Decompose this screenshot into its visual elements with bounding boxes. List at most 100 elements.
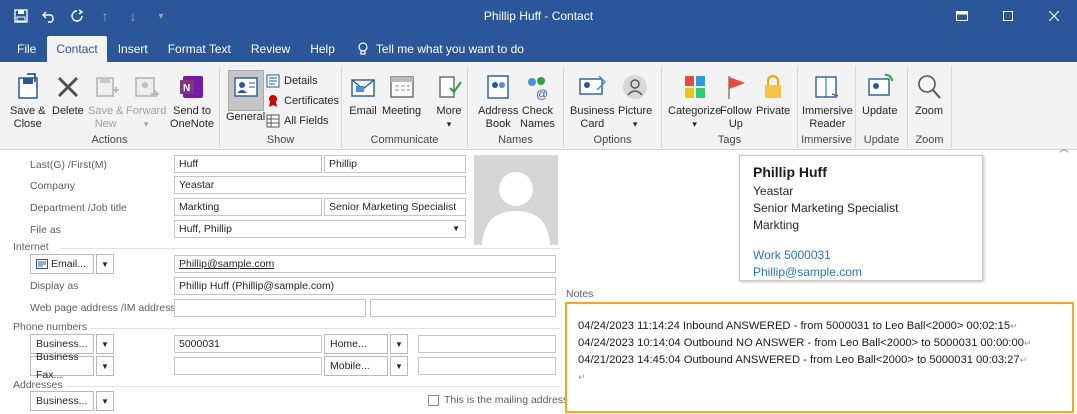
tab-help[interactable]: Help — [301, 36, 344, 62]
note-line: 04/24/2023 10:14:04 Outbound NO ANSWER -… — [578, 337, 1032, 349]
down-arrow-icon[interactable]: ↓ — [122, 5, 144, 27]
more-button[interactable]: More ▾ — [434, 72, 464, 131]
return-mark-icon: ↵ — [1010, 321, 1018, 331]
phone2-type-button[interactable]: Home... — [324, 334, 388, 354]
private-button[interactable]: Private — [756, 72, 790, 118]
certificates-button[interactable]: Certificates — [266, 94, 339, 108]
address-book-icon — [487, 75, 509, 99]
notes-textarea[interactable]: 04/24/2023 11:14:24 Inbound ANSWERED - f… — [565, 302, 1074, 413]
display-as-input[interactable]: Phillip Huff (Phillip@sample.com) — [174, 277, 556, 295]
forward-button[interactable]: Forward ▾ — [126, 72, 166, 131]
card-work-phone: 5000031 — [784, 248, 831, 262]
group-label-actions: Actions — [91, 134, 128, 146]
business-card-preview[interactable]: Phillip Huff Yeastar Senior Marketing Sp… — [739, 155, 983, 281]
email-icon — [351, 79, 375, 97]
email-button[interactable]: Email — [348, 72, 378, 118]
note-line: 04/24/2023 11:14:24 Inbound ANSWERED - f… — [578, 320, 1018, 332]
group-label-communicate: Communicate — [370, 134, 439, 146]
save-new-button[interactable]: Save & New — [88, 72, 123, 131]
close-icon[interactable] — [1031, 0, 1077, 32]
department-input[interactable]: Markting — [174, 198, 322, 216]
phone3-type-button[interactable]: Business Fax... — [30, 351, 94, 381]
group-label-zoom: Zoom — [915, 134, 944, 146]
save-close-icon — [17, 73, 38, 99]
delete-x-icon — [57, 76, 78, 98]
save-icon[interactable] — [10, 5, 32, 27]
tab-review[interactable]: Review — [242, 36, 299, 62]
card-department: Markting — [753, 218, 800, 232]
last-name-input[interactable]: Huff — [174, 155, 322, 173]
update-button[interactable]: Update — [862, 72, 897, 118]
email-input[interactable]: Phillip@sample.com — [174, 255, 556, 273]
tab-contact[interactable]: Contact — [47, 36, 107, 62]
file-as-label: File as — [30, 224, 61, 236]
im-address-input[interactable] — [370, 299, 556, 317]
tell-me-box[interactable]: Tell me what you want to do — [356, 36, 524, 62]
job-title-input[interactable]: Senior Marketing Specialist — [324, 198, 466, 216]
first-name-input[interactable]: Phillip — [324, 155, 466, 173]
group-options: Business Card Picture ▾ Options — [564, 66, 662, 148]
delete-button[interactable]: Delete — [52, 72, 84, 118]
phone4-type-dropdown[interactable]: ▼ — [390, 356, 408, 376]
meeting-button[interactable]: Meeting — [382, 72, 421, 118]
up-arrow-icon[interactable]: ↑ — [94, 5, 116, 27]
card-work-label: Work — [753, 248, 781, 262]
redo-icon[interactable] — [66, 5, 88, 27]
zoom-magnifier-icon — [918, 75, 941, 99]
group-immersive: Immersive Reader Immersive — [798, 66, 856, 148]
categorize-icon — [684, 76, 705, 98]
mailing-address-checkbox[interactable] — [428, 395, 439, 406]
phone2-type-dropdown[interactable]: ▼ — [390, 334, 408, 354]
picture-button[interactable]: Picture ▾ — [618, 72, 652, 131]
ribbon: Save & Close Delete Save & New Forward ▾… — [0, 62, 1077, 155]
group-show: General Details Certificates All Fields … — [220, 66, 342, 148]
contact-photo[interactable] — [474, 155, 558, 245]
tab-format-text[interactable]: Format Text — [159, 36, 240, 62]
address-type-button[interactable]: Business... — [30, 391, 94, 411]
file-as-select[interactable]: Huff, Phillip ▼ — [174, 220, 466, 238]
phone1-type-dropdown[interactable]: ▼ — [96, 334, 114, 354]
business-card-button[interactable]: Business Card — [570, 72, 615, 131]
email-type-dropdown[interactable]: ▼ — [96, 254, 114, 274]
undo-icon[interactable] — [38, 5, 60, 27]
details-button[interactable]: Details — [266, 74, 318, 88]
general-button[interactable]: General — [226, 70, 265, 124]
phone4-type-button[interactable]: Mobile... — [324, 356, 388, 376]
quick-access-toolbar: ↑ ↓ ▾ — [10, 0, 172, 32]
check-names-button[interactable]: @ Check Names — [520, 72, 555, 131]
calendar-icon — [389, 76, 414, 98]
address-book-button[interactable]: Address Book — [478, 72, 518, 131]
phone4-input[interactable] — [418, 357, 556, 375]
save-new-icon — [95, 77, 119, 97]
web-im-label: Web page address /IM address — [30, 302, 176, 314]
maximize-icon[interactable] — [985, 0, 1031, 32]
phone-section-label: Phone numbers — [13, 321, 88, 333]
phone3-input[interactable] — [174, 357, 322, 375]
save-close-button[interactable]: Save & Close — [10, 72, 45, 131]
tell-me-text: Tell me what you want to do — [375, 42, 524, 56]
zoom-button[interactable]: Zoom — [914, 72, 944, 118]
all-fields-button[interactable]: All Fields — [266, 114, 329, 128]
return-mark-icon: ↵ — [1023, 338, 1032, 348]
phone1-input[interactable]: 5000031 — [174, 335, 322, 353]
note-line: ↵ — [578, 369, 1072, 386]
address-type-dropdown[interactable]: ▼ — [96, 391, 114, 411]
immersive-reader-button[interactable]: Immersive Reader — [802, 72, 853, 131]
name-label: Last(G) /First(M) — [30, 159, 107, 171]
business-card-icon — [579, 75, 607, 95]
send-to-onenote-button[interactable]: N Send to OneNote — [170, 72, 214, 131]
ribbon-display-options-icon[interactable] — [939, 0, 985, 32]
email-type-button[interactable]: Email... — [30, 254, 94, 274]
address-card-icon — [36, 259, 48, 269]
contact-card-icon — [233, 77, 258, 97]
phone3-type-dropdown[interactable]: ▼ — [96, 356, 114, 376]
web-page-input[interactable] — [174, 299, 366, 317]
tab-file[interactable]: File — [8, 36, 45, 62]
tab-insert[interactable]: Insert — [109, 36, 157, 62]
company-input[interactable]: Yeastar — [174, 176, 466, 194]
phone2-input[interactable] — [418, 335, 556, 353]
customize-qat-icon[interactable]: ▾ — [150, 5, 172, 27]
card-company: Yeastar — [753, 184, 794, 198]
follow-up-button[interactable]: Follow Up — [720, 72, 752, 131]
categorize-button[interactable]: Categorize ▾ — [668, 72, 721, 131]
